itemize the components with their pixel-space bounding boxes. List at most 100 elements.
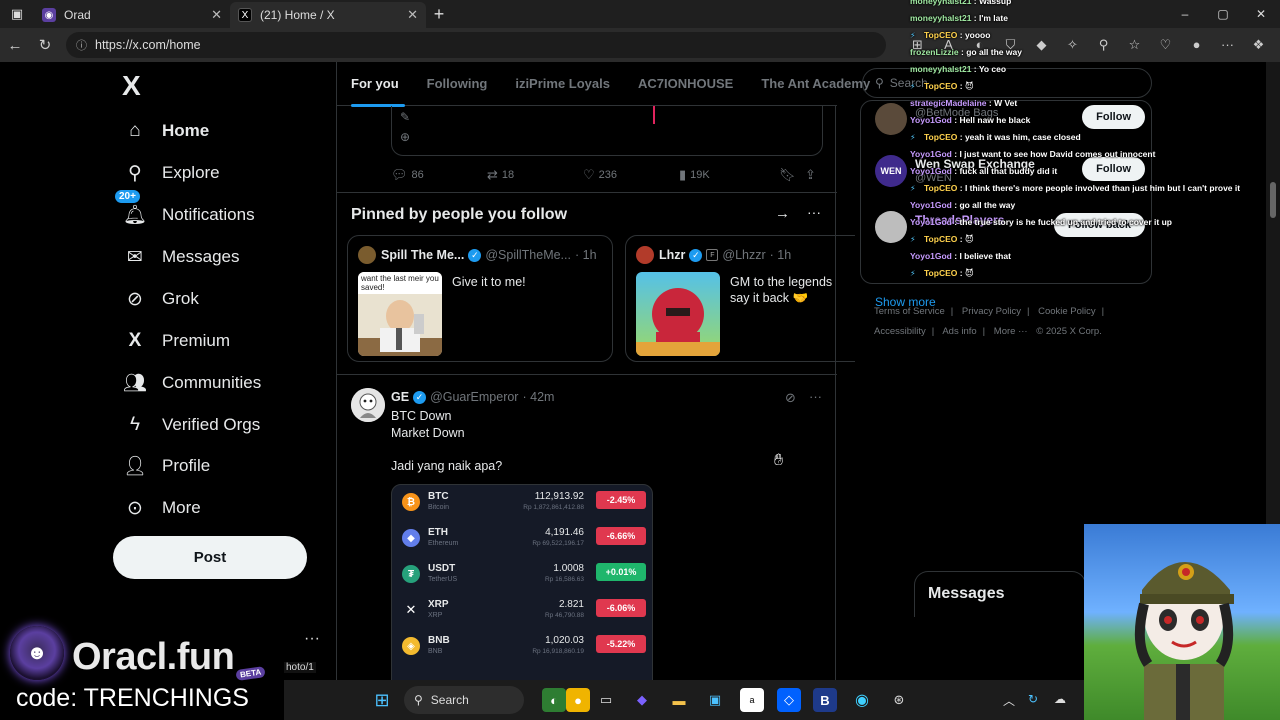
chat-username: TopCEO — [924, 183, 958, 193]
share-button[interactable]: ⇪ — [805, 167, 820, 183]
nav-item-more[interactable]: ⊙ More — [122, 490, 201, 526]
tether-icon: ₮ — [402, 565, 420, 583]
post-button[interactable]: Post — [113, 536, 307, 579]
more-link[interactable]: More ··· — [994, 326, 1028, 337]
sponsor-overlay: ☻ Oracl.fun BETA code: TRENCHINGS — [0, 614, 284, 720]
windows-start-icon[interactable]: ⊞ — [370, 688, 394, 712]
nav-item-home[interactable]: ⌂ Home — [122, 113, 209, 149]
widgets-icon[interactable]: ◐ — [542, 688, 566, 712]
tab-for-you[interactable]: For you — [337, 76, 413, 91]
crypto-price-image[interactable]: ₿ BTC Bitcoin 112,913.92 Rp 1,872,861,41… — [391, 484, 653, 684]
terms-link[interactable]: Terms of Service — [874, 306, 945, 317]
taskbar-search[interactable]: ⚲ Search — [404, 686, 524, 714]
privacy-link[interactable]: Privacy Policy — [962, 306, 1021, 317]
nav-label: Premium — [162, 331, 231, 350]
edge-icon[interactable]: ◉ — [850, 688, 874, 712]
search-icon: ⚲ — [875, 76, 884, 90]
chat-text: I just want to see how David comes out i… — [959, 149, 1156, 159]
share-icon: ⇪ — [805, 167, 816, 182]
new-tab-button[interactable]: + — [426, 4, 452, 25]
pinned-card-lhzr[interactable]: Lhzr ✓ F @Lhzzr · 1h GM to the legends s… — [625, 235, 855, 362]
views-button[interactable]: ▮ 19K — [679, 167, 779, 183]
close-tab-icon[interactable]: ✕ — [407, 7, 418, 23]
chat-username: Yoyo1God — [910, 217, 952, 227]
chat-badge-icon: ⚡ — [910, 235, 916, 244]
coin-price: 112,913.92 — [534, 491, 584, 502]
tab-actions-icon[interactable]: ▣ — [0, 0, 34, 28]
sync-icon[interactable]: ↻ — [1028, 692, 1038, 706]
chat-separator: : — [971, 0, 979, 6]
separator: | — [1026, 306, 1030, 317]
nav-item-premium[interactable]: X Premium — [122, 323, 230, 359]
onedrive-icon[interactable]: ☁ — [1054, 692, 1066, 706]
store-icon[interactable]: ▣ — [703, 688, 727, 712]
weather-icon[interactable]: ● — [566, 688, 590, 712]
nav-item-explore[interactable]: ⚲ Explore — [122, 155, 220, 191]
site-info-icon[interactable]: ⓘ — [76, 37, 87, 53]
gm-illustration — [636, 288, 720, 356]
price-row-btc: ₿ BTC Bitcoin 112,913.92 Rp 1,872,861,41… — [392, 485, 652, 521]
chat-separator: : — [971, 13, 979, 23]
x-logo-icon[interactable]: X — [122, 70, 141, 102]
close-tab-icon[interactable]: ✕ — [211, 7, 222, 23]
like-button[interactable]: ♡ 236 — [583, 167, 679, 183]
nav-item-notifications[interactable]: 🔔︎ 20+ Notifications — [115, 190, 255, 233]
chat-text: 😈 — [964, 81, 974, 91]
b-app-icon[interactable]: B — [813, 688, 837, 712]
grok-explain-icon[interactable]: ⊘ — [785, 390, 796, 406]
author-name[interactable]: GE — [391, 390, 409, 404]
coin-name: TetherUS — [428, 576, 458, 583]
nav-item-verified-orgs[interactable]: ϟ Verified Orgs — [122, 407, 260, 443]
tray-chevron-icon[interactable]: ︿ — [1003, 692, 1015, 709]
previous-post-media[interactable]: ✎ ⊕ — [391, 106, 823, 156]
coin-price-rp: Rp 16,586.63 — [544, 576, 584, 583]
coin-price-rp: Rp 46,790.88 — [544, 612, 584, 619]
chat-username: TopCEO — [924, 234, 958, 244]
more-options-icon[interactable]: ··· — [807, 204, 821, 220]
obs-icon[interactable]: ⊛ — [887, 688, 911, 712]
price-row-xrp: ✕ XRP XRP 2.821 Rp 46,790.88 -6.06% — [392, 593, 652, 629]
task-view-icon[interactable]: ▭ — [594, 688, 618, 712]
tab-following[interactable]: Following — [413, 76, 502, 91]
dropbox-icon[interactable]: ◇ — [777, 688, 801, 712]
pinned-card-header: Lhzr ✓ F @Lhzzr · 1h — [636, 246, 791, 264]
account-more-icon[interactable]: ··· — [304, 630, 320, 648]
reply-button[interactable]: 💬︎ 86 — [391, 167, 487, 183]
pinned-card-spill[interactable]: Spill The Me... ✓ @SpillTheMe... · 1h wa… — [347, 235, 613, 362]
post-time[interactable]: · 42m — [522, 390, 554, 404]
nav-item-profile[interactable]: 👤︎ Profile — [122, 448, 210, 484]
meme-caption: want the last meir you saved! — [358, 272, 442, 294]
browser-tab-orad[interactable]: ◉ Orad ✕ — [34, 2, 230, 28]
price-row-bnb: ◈ BNB BNB 1,020.03 Rp 16,918,860.19 -5.2… — [392, 629, 652, 665]
nav-item-messages[interactable]: ✉ Messages — [122, 239, 239, 275]
author-handle[interactable]: @GuarEmperor — [430, 390, 518, 404]
browser-tab-x-home[interactable]: X (21) Home / X ✕ — [230, 2, 426, 28]
back-icon[interactable]: ← — [0, 37, 30, 54]
chat-username: moneyyhalst21 — [910, 64, 972, 74]
nav-item-grok[interactable]: ⊘ Grok — [122, 281, 199, 317]
reload-icon[interactable]: ↻ — [30, 36, 60, 54]
cookie-link[interactable]: Cookie Policy — [1038, 306, 1096, 317]
accessibility-link[interactable]: Accessibility — [874, 326, 926, 337]
ads-info-link[interactable]: Ads info — [942, 326, 976, 337]
nav-item-communities[interactable]: 👥︎ Communities — [122, 365, 261, 401]
repost-button[interactable]: ⇄ 18 — [487, 167, 583, 183]
tab-ac7ionhouse[interactable]: AC7IONHOUSE — [624, 76, 747, 91]
chat-badge-icon: ⚡ — [910, 133, 916, 142]
more-options-icon[interactable]: ··· — [809, 389, 822, 404]
copilot-taskbar-icon[interactable]: ◆ — [630, 688, 654, 712]
url-field[interactable]: ⓘ https://x.com/home — [66, 32, 886, 58]
avatar[interactable] — [351, 388, 385, 422]
coin-change: -6.06% — [596, 599, 646, 617]
bookmark-button[interactable]: 🔖︎ — [779, 167, 805, 183]
file-explorer-icon[interactable]: ▬ — [667, 688, 691, 712]
chat-message: ⚡ TopCEO : I think there's more people in… — [910, 183, 1240, 193]
chat-username: moneyyhalst21 — [910, 13, 972, 23]
messages-drawer[interactable]: Messages — [914, 571, 1086, 617]
author-handle: @SpillTheMe... — [485, 248, 571, 262]
tab-iziprime-loyals[interactable]: iziPrime Loyals — [501, 76, 624, 91]
separator: | — [1101, 306, 1105, 317]
amazon-icon[interactable]: a — [740, 688, 764, 712]
chat-username: TopCEO — [924, 81, 958, 91]
arrow-right-icon[interactable]: → — [775, 205, 790, 222]
